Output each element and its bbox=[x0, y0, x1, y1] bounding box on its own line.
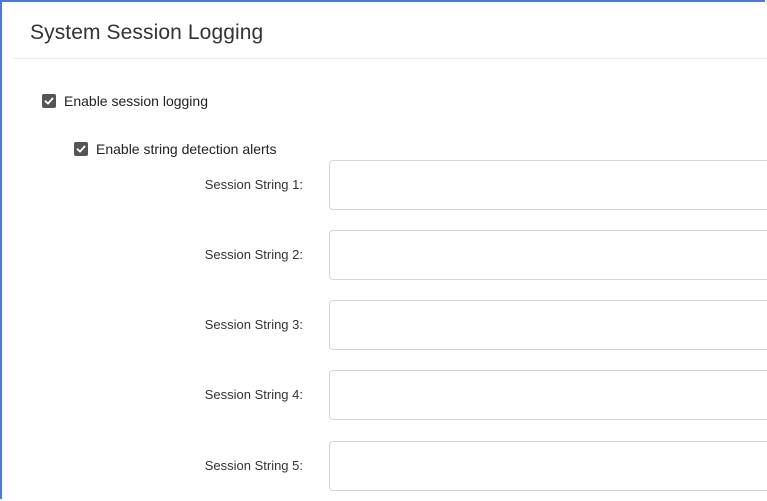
checkmark-icon bbox=[76, 145, 86, 153]
panel-title: System Session Logging bbox=[30, 21, 264, 44]
enable-session-logging-checkbox[interactable] bbox=[42, 94, 56, 108]
enable-session-logging-label: Enable session logging bbox=[64, 93, 208, 109]
session-string-1-label: Session String 1: bbox=[204, 177, 303, 192]
checkmark-icon bbox=[44, 97, 54, 105]
session-string-5-input[interactable] bbox=[329, 441, 767, 491]
session-string-4-label: Session String 4: bbox=[204, 387, 303, 402]
session-logging-panel: System Session Logging Enable session lo… bbox=[0, 0, 767, 499]
session-string-4-row: Session String 4: bbox=[2, 370, 767, 420]
session-string-3-label: Session String 3: bbox=[204, 317, 303, 332]
session-string-3-row: Session String 3: bbox=[2, 300, 767, 350]
session-string-1-row: Session String 1: bbox=[2, 160, 767, 210]
session-string-5-label: Session String 5: bbox=[204, 458, 303, 473]
session-string-3-input[interactable] bbox=[329, 300, 767, 350]
session-string-4-input[interactable] bbox=[329, 370, 767, 420]
session-string-5-row: Session String 5: bbox=[2, 441, 767, 491]
enable-string-detection-alerts-checkbox[interactable] bbox=[74, 142, 88, 156]
session-string-2-row: Session String 2: bbox=[2, 230, 767, 280]
session-string-1-input[interactable] bbox=[329, 160, 767, 210]
enable-string-detection-alerts-option[interactable]: Enable string detection alerts bbox=[74, 141, 277, 157]
enable-string-detection-alerts-label: Enable string detection alerts bbox=[96, 141, 277, 157]
session-string-2-input[interactable] bbox=[329, 230, 767, 280]
enable-session-logging-option[interactable]: Enable session logging bbox=[42, 93, 208, 109]
session-string-2-label: Session String 2: bbox=[204, 247, 303, 262]
title-divider bbox=[12, 58, 767, 59]
